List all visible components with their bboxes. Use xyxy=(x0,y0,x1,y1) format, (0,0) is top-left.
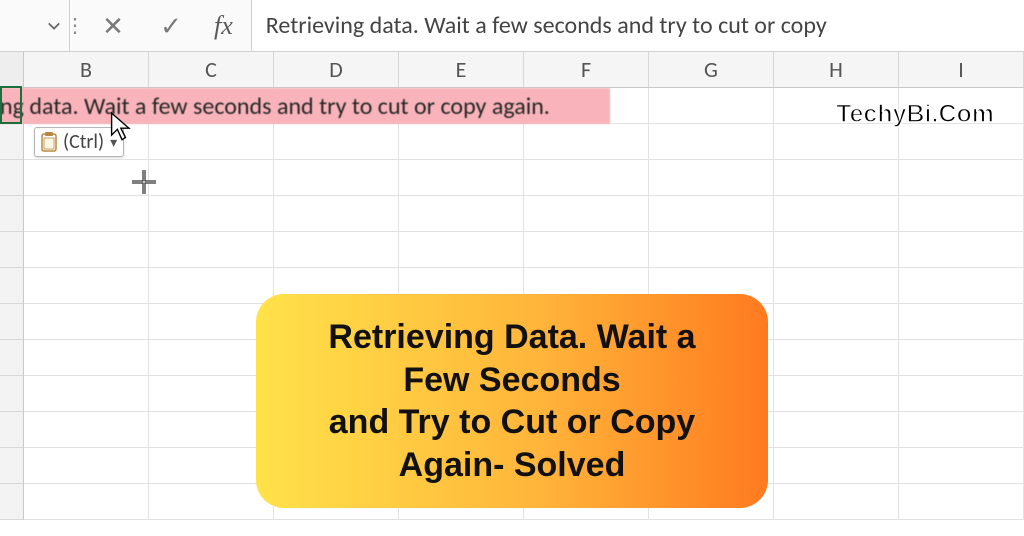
column-header[interactable]: B xyxy=(24,52,149,87)
chevron-down-icon: ▾ xyxy=(110,134,117,151)
cell[interactable] xyxy=(399,232,524,268)
cell[interactable] xyxy=(24,196,149,232)
cell[interactable] xyxy=(899,376,1024,412)
cell[interactable] xyxy=(149,232,274,268)
cell[interactable] xyxy=(399,160,524,196)
row-header[interactable] xyxy=(0,448,24,484)
cell[interactable] xyxy=(774,160,899,196)
cell[interactable] xyxy=(649,124,774,160)
cell[interactable] xyxy=(774,124,899,160)
cell[interactable] xyxy=(24,484,149,520)
row-header[interactable] xyxy=(0,340,24,376)
cell[interactable] xyxy=(24,160,149,196)
column-header[interactable]: G xyxy=(649,52,774,87)
separator-icon: ⋮ xyxy=(70,0,80,51)
cell[interactable] xyxy=(649,160,774,196)
cell[interactable] xyxy=(899,304,1024,340)
column-header[interactable]: H xyxy=(774,52,899,87)
cell[interactable] xyxy=(524,196,649,232)
cell[interactable] xyxy=(774,484,899,520)
banner-line-2: and Try to Cut or Copy Again- Solved xyxy=(329,403,695,484)
cell[interactable] xyxy=(149,160,274,196)
highlighted-cell-text: ng data. Wait a few seconds and try to c… xyxy=(0,88,610,124)
row-header[interactable] xyxy=(0,376,24,412)
cell[interactable] xyxy=(24,268,149,304)
cell[interactable] xyxy=(274,124,399,160)
row-header[interactable] xyxy=(0,412,24,448)
formula-controls: ✕ ✓ fx xyxy=(80,0,252,51)
cell[interactable] xyxy=(899,412,1024,448)
cell[interactable] xyxy=(899,448,1024,484)
cell[interactable] xyxy=(24,232,149,268)
cell[interactable] xyxy=(24,340,149,376)
row-header[interactable] xyxy=(0,232,24,268)
grid-row xyxy=(0,196,1024,232)
cell[interactable] xyxy=(149,268,274,304)
row-header[interactable] xyxy=(0,160,24,196)
cell[interactable] xyxy=(274,160,399,196)
cell[interactable] xyxy=(899,232,1024,268)
row-header[interactable] xyxy=(0,304,24,340)
banner-line-1: Retrieving Data. Wait a Few Seconds xyxy=(328,318,695,399)
column-header[interactable]: E xyxy=(399,52,524,87)
cell[interactable] xyxy=(774,196,899,232)
cell[interactable] xyxy=(774,304,899,340)
cell[interactable] xyxy=(649,232,774,268)
column-header[interactable]: I xyxy=(899,52,1024,87)
cell[interactable] xyxy=(274,196,399,232)
title-banner: Retrieving Data. Wait a Few Seconds and … xyxy=(256,294,768,508)
column-header[interactable]: F xyxy=(524,52,649,87)
grid-row xyxy=(0,232,1024,268)
row-header[interactable] xyxy=(0,196,24,232)
formula-bar: ⋮ ✕ ✓ fx xyxy=(0,0,1024,52)
cell[interactable] xyxy=(24,412,149,448)
cell[interactable] xyxy=(274,232,399,268)
cell[interactable] xyxy=(774,268,899,304)
fx-icon[interactable]: fx xyxy=(214,11,233,41)
column-header[interactable]: C xyxy=(149,52,274,87)
cell[interactable] xyxy=(899,124,1024,160)
cell[interactable] xyxy=(649,88,774,124)
cell[interactable] xyxy=(774,448,899,484)
chevron-down-icon xyxy=(47,19,61,33)
grid-row xyxy=(0,160,1024,196)
cell[interactable] xyxy=(899,160,1024,196)
column-header[interactable]: D xyxy=(274,52,399,87)
cell[interactable] xyxy=(524,124,649,160)
formula-input[interactable] xyxy=(252,0,1024,51)
cancel-icon[interactable]: ✕ xyxy=(98,11,128,41)
cell[interactable] xyxy=(24,304,149,340)
row-header[interactable] xyxy=(0,484,24,520)
cell[interactable] xyxy=(774,376,899,412)
cell[interactable] xyxy=(24,376,149,412)
cell[interactable] xyxy=(149,484,274,520)
cell[interactable] xyxy=(149,196,274,232)
cell[interactable] xyxy=(399,196,524,232)
name-box[interactable] xyxy=(0,0,70,51)
cell[interactable] xyxy=(899,484,1024,520)
select-all-corner[interactable] xyxy=(0,52,24,87)
cell[interactable] xyxy=(774,340,899,376)
accept-icon[interactable]: ✓ xyxy=(156,11,186,41)
cell[interactable] xyxy=(24,448,149,484)
watermark-text: TechyBi.Com xyxy=(836,100,994,129)
cell[interactable] xyxy=(149,124,274,160)
cell[interactable] xyxy=(899,196,1024,232)
cell[interactable] xyxy=(899,340,1024,376)
cell[interactable] xyxy=(649,196,774,232)
column-headers: B C D E F G H I xyxy=(0,52,1024,88)
grid-row xyxy=(0,124,1024,160)
cell[interactable] xyxy=(899,268,1024,304)
paste-tag-label: (Ctrl) xyxy=(63,130,104,154)
cell[interactable] xyxy=(774,232,899,268)
clipboard-icon xyxy=(39,131,59,153)
paste-options-tag[interactable]: (Ctrl) ▾ xyxy=(34,127,124,157)
cell[interactable] xyxy=(399,124,524,160)
cell[interactable] xyxy=(524,232,649,268)
cell[interactable] xyxy=(774,412,899,448)
row-header[interactable] xyxy=(0,268,24,304)
cell[interactable] xyxy=(524,160,649,196)
row-header[interactable] xyxy=(0,124,24,160)
